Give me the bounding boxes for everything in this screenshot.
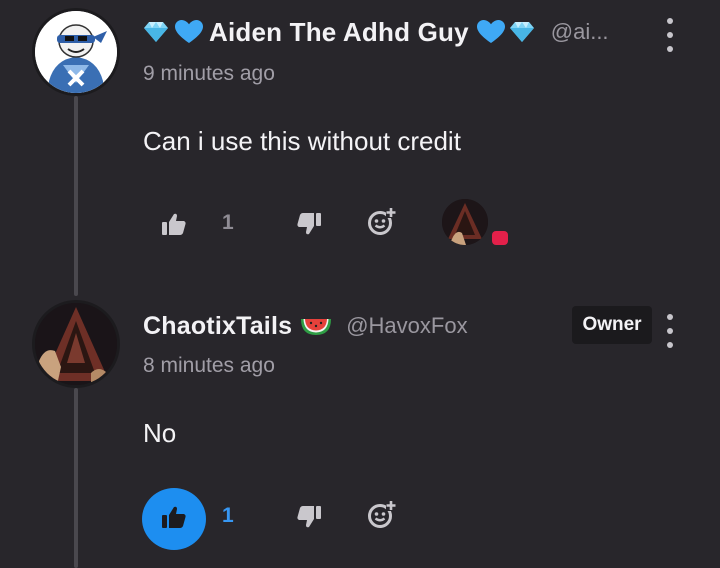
add-reaction-icon <box>367 499 397 534</box>
user-handle[interactable]: @ai... <box>551 19 609 45</box>
dislike-button[interactable] <box>290 207 328 245</box>
comment-actions: 1 <box>0 195 720 257</box>
add-reaction-button[interactable] <box>362 496 402 536</box>
add-reaction-button[interactable] <box>362 203 402 243</box>
thumbs-up-icon <box>162 506 186 533</box>
dislike-button[interactable] <box>290 500 328 538</box>
reactor-avatar-image <box>442 199 488 245</box>
avatar[interactable] <box>32 8 120 96</box>
comment-text: No <box>143 418 177 448</box>
timestamp: 9 minutes ago <box>143 62 275 85</box>
user-handle[interactable]: @HavoxFox <box>346 313 467 339</box>
reaction-avatar[interactable] <box>436 199 508 249</box>
like-count: 1 <box>222 211 234 234</box>
thumbs-down-icon <box>297 212 321 240</box>
comment-header: Aiden The Adhd Guy @ai... <box>143 14 660 50</box>
more-options-icon[interactable] <box>660 314 680 348</box>
like-count: 1 <box>222 504 234 527</box>
diamond-icon <box>143 20 169 44</box>
speech-bubble-icon <box>492 231 508 245</box>
thumbs-down-icon <box>297 505 321 533</box>
more-options-icon[interactable] <box>660 18 680 52</box>
diamond-icon <box>509 20 535 44</box>
avatar[interactable] <box>32 300 120 388</box>
watermelon-icon <box>300 315 332 337</box>
blue-heart-icon <box>476 20 505 44</box>
add-reaction-icon <box>367 206 397 241</box>
owner-badge: Owner <box>572 306 652 344</box>
like-button[interactable] <box>142 488 206 550</box>
like-button[interactable] <box>142 195 206 257</box>
thumbs-up-icon <box>162 213 186 240</box>
timestamp: 8 minutes ago <box>143 354 275 377</box>
comment-actions: 1 <box>0 488 720 550</box>
display-name[interactable]: Aiden The Adhd Guy <box>209 17 469 48</box>
display-name[interactable]: ChaotixTails <box>143 312 292 341</box>
blue-heart-icon <box>175 20 203 44</box>
comment-text: Can i use this without credit <box>143 126 461 156</box>
